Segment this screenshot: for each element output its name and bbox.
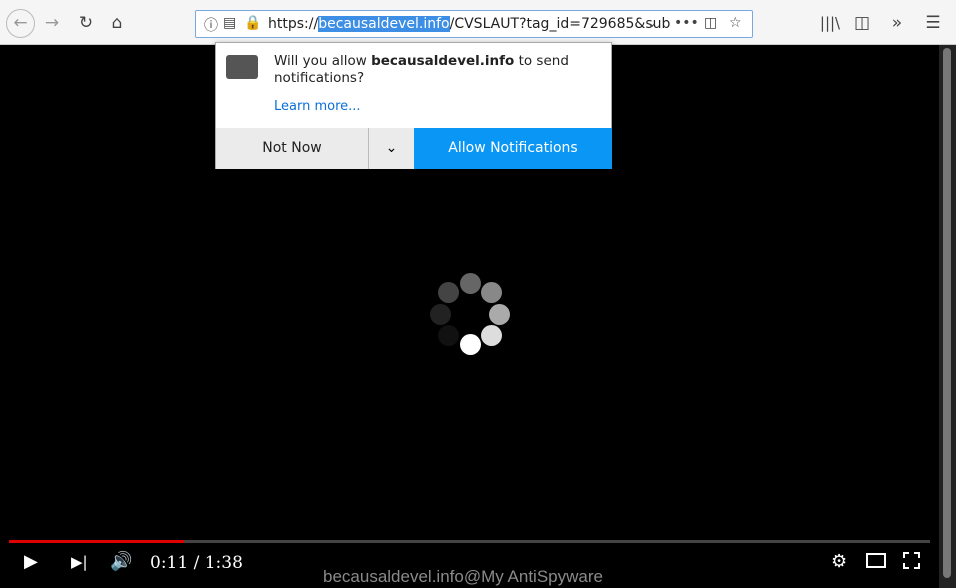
settings-icon[interactable]: ⚙: [831, 551, 847, 572]
sidebar-icon[interactable]: ◫: [850, 11, 874, 35]
info-icon[interactable]: ⓘ: [204, 15, 218, 35]
allow-notifications-button[interactable]: Allow Notifications: [414, 128, 612, 169]
progress-played: [9, 540, 184, 543]
forward-button[interactable]: →: [40, 11, 64, 35]
overflow-icon[interactable]: »: [885, 11, 909, 35]
back-button[interactable]: ←: [6, 9, 35, 38]
scrollbar-thumb[interactable]: [943, 48, 951, 578]
notification-icon[interactable]: ▤: [223, 15, 236, 31]
lock-icon: 🔒: [244, 15, 262, 31]
not-now-button[interactable]: Not Now: [216, 128, 368, 169]
volume-icon[interactable]: 🔊: [110, 551, 132, 572]
reload-button[interactable]: ↻: [74, 11, 98, 35]
notification-permission-popup: Will you allow becausaldevel.info to sen…: [215, 42, 612, 169]
popup-message: Will you allow becausaldevel.info to sen…: [274, 53, 569, 86]
watermark: becausaldevel.info@My AntiSpyware: [323, 567, 603, 586]
library-icon[interactable]: |||\: [818, 11, 842, 35]
pocket-icon[interactable]: ◫: [704, 15, 717, 31]
more-icon[interactable]: •••: [674, 15, 699, 31]
play-icon[interactable]: ▶: [24, 551, 38, 572]
next-icon[interactable]: ▶|: [71, 553, 88, 571]
learn-more-link[interactable]: Learn more...: [274, 99, 361, 114]
star-icon[interactable]: ☆: [729, 15, 742, 31]
browser-toolbar: ← → ↻ ⌂ ⓘ ▤ 🔒 https://becausaldevel.info…: [0, 0, 956, 45]
time-display: 0:11 / 1:38: [150, 553, 243, 573]
chevron-down-icon[interactable]: ⌄: [368, 128, 414, 169]
chevron-down-icon[interactable]: ⌄: [646, 15, 658, 31]
theater-mode-icon[interactable]: [866, 553, 886, 568]
progress-bar[interactable]: [9, 540, 930, 543]
loading-spinner: [425, 270, 515, 360]
fullscreen-icon[interactable]: [903, 552, 920, 569]
url-text[interactable]: https://becausaldevel.info/CVSLAUT?tag_i…: [268, 16, 670, 32]
chat-icon: [226, 55, 258, 79]
menu-icon[interactable]: ☰: [921, 11, 945, 35]
home-button[interactable]: ⌂: [105, 11, 129, 35]
url-bar[interactable]: ⓘ ▤ 🔒 https://becausaldevel.info/CVSLAUT…: [195, 10, 753, 38]
